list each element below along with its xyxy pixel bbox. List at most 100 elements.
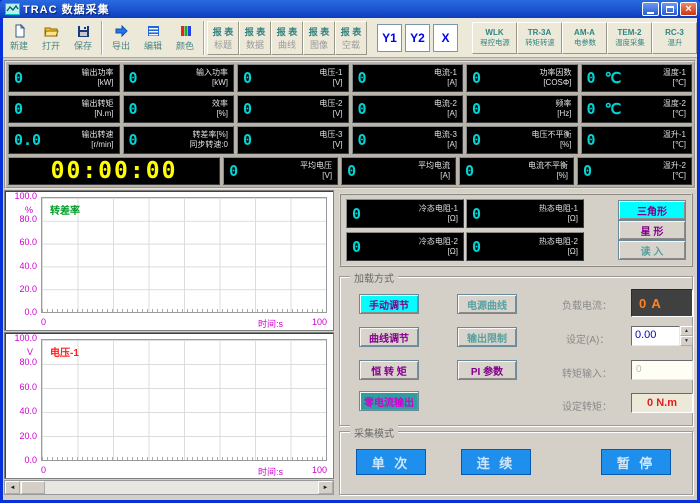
- set-current-spinner: 0.00 ▲ ▼: [631, 326, 693, 346]
- scrollbar-thumb[interactable]: [21, 481, 45, 494]
- meter-cell: 0 效率 [%]: [123, 95, 235, 123]
- spin-up-button[interactable]: ▲: [680, 326, 693, 336]
- instrument-button[interactable]: TEM-2 温度采集: [607, 22, 652, 54]
- x-axis-labels: 0 时间:s 100: [41, 317, 327, 328]
- meter-value: 0: [358, 100, 367, 118]
- meter-value: 0.0: [14, 131, 41, 149]
- report-button[interactable]: 报 表 标题: [207, 21, 239, 55]
- x-axis-min: 0: [41, 465, 46, 475]
- set-torque-label: 设定转矩：: [562, 398, 612, 413]
- new-button[interactable]: 新建: [3, 20, 35, 56]
- y-axis-tick-label: 100.0: [5, 334, 37, 343]
- instrument-model-label: TR-3A: [528, 28, 552, 37]
- color-bars-icon: [178, 24, 193, 38]
- chart-scrollbar[interactable]: ◄ ►: [4, 480, 334, 495]
- meter-label: 冷态电阻-2: [419, 237, 458, 246]
- meter-value: 0: [243, 100, 252, 118]
- spin-down-button[interactable]: ▼: [680, 336, 693, 346]
- meter-cell: 0 温升-1 [℃]: [581, 126, 693, 154]
- report-button-bottom-label: 标题: [214, 38, 232, 51]
- meter-label: 效率: [212, 99, 228, 108]
- power-curve-button[interactable]: 电源曲线: [457, 294, 517, 314]
- plot-area: 电压-1: [41, 339, 327, 461]
- open-button[interactable]: 打开: [35, 20, 67, 56]
- meter-cell: 0 电流-2 [A]: [352, 95, 464, 123]
- report-button[interactable]: 报 表 图像: [303, 21, 335, 55]
- export-button[interactable]: 导出: [105, 20, 137, 56]
- instrument-button[interactable]: AM-A 电参数: [562, 22, 607, 54]
- report-button-bottom-label: 空载: [342, 38, 360, 51]
- instrument-button-group: WLK 程控电源 TR-3A 转矩转速 AM-A 电参数 TEM-2 温度采集 …: [472, 22, 697, 54]
- meter-unit: [V]: [333, 109, 343, 118]
- colors-button[interactable]: 颜色: [169, 20, 201, 56]
- continuous-acquire-button[interactable]: 连 续: [461, 449, 531, 475]
- constant-torque-button[interactable]: 恒 转 矩: [359, 360, 419, 380]
- title-bar[interactable]: TRAC 数据采集 ×: [0, 0, 700, 18]
- zero-current-output-button[interactable]: 零电流输出: [359, 391, 419, 411]
- meter-cell: 0 热态电阻-1 [Ω]: [466, 199, 584, 228]
- app-window: TRAC 数据采集 × 新建 打开 保存 导出: [0, 0, 700, 503]
- instrument-button[interactable]: TR-3A 转矩转速: [517, 22, 562, 54]
- meter-value: 0: [243, 69, 252, 87]
- x-axis-max: 100: [312, 317, 327, 327]
- read-in-button[interactable]: 读 入: [618, 240, 686, 260]
- axis-button[interactable]: X: [433, 24, 458, 52]
- meter-label: 输出功率: [82, 68, 114, 77]
- meter-label: 温度-1: [663, 68, 686, 77]
- scrollbar-right-button[interactable]: ►: [318, 481, 333, 494]
- meter-value: 0: [465, 162, 474, 180]
- maximize-button[interactable]: [661, 2, 678, 16]
- set-current-input[interactable]: 0.00: [631, 326, 680, 346]
- y-axis-tick-label: 0.0: [5, 456, 37, 465]
- delta-mode-button[interactable]: 三角形: [618, 200, 686, 220]
- instrument-name-label: 温度采集: [615, 37, 644, 47]
- y-axis-tick-label: 20.0: [5, 432, 37, 441]
- report-button-bottom-label: 图像: [310, 38, 328, 51]
- meter-cell: 0 平均电压 [V]: [223, 157, 338, 185]
- pi-params-button[interactable]: PI 参数: [457, 360, 517, 380]
- new-button-label: 新建: [10, 39, 28, 52]
- pause-button[interactable]: 暂 停: [601, 449, 671, 475]
- axis-button[interactable]: Y1: [377, 24, 402, 52]
- star-mode-button[interactable]: 星 形: [618, 220, 686, 240]
- report-button[interactable]: 报 表 数据: [239, 21, 271, 55]
- x-axis-labels: 0 时间:s 100: [41, 465, 327, 476]
- single-acquire-button[interactable]: 单 次: [356, 449, 426, 475]
- elapsed-time-display: 00:00:00: [8, 157, 220, 185]
- curve-adjust-button[interactable]: 曲线调节: [359, 327, 419, 347]
- edit-button[interactable]: 编辑: [137, 20, 169, 56]
- instrument-model-label: RC-3: [665, 28, 684, 37]
- maximize-icon: [666, 6, 674, 13]
- meter-label: 平均电流: [418, 161, 450, 170]
- meter-label: 输出转矩: [82, 99, 114, 108]
- y-axis-tick-label: 20.0: [5, 285, 37, 294]
- meter-unit: [COSΦ]: [543, 78, 571, 87]
- x-axis-min: 0: [41, 317, 46, 327]
- report-button[interactable]: 报 表 空载: [335, 21, 367, 55]
- report-button[interactable]: 报 表 曲线: [271, 21, 303, 55]
- axis-button-group: Y1Y2X: [377, 24, 458, 52]
- y-axis-tick-label: 40.0: [5, 262, 37, 271]
- report-button-top-label: 报 表: [277, 25, 298, 38]
- scrollbar-track[interactable]: [45, 481, 318, 494]
- instrument-button[interactable]: RC-3 温升: [652, 22, 697, 54]
- instrument-button[interactable]: WLK 程控电源: [472, 22, 517, 54]
- open-folder-icon: [44, 24, 59, 38]
- torque-input-field[interactable]: 0: [631, 360, 693, 380]
- minimize-button[interactable]: [642, 2, 659, 16]
- axis-button[interactable]: Y2: [405, 24, 430, 52]
- y-axis-tick-label: 80.0: [5, 215, 37, 224]
- meter-unit: [V]: [322, 171, 332, 180]
- edit-list-icon: [146, 24, 161, 38]
- manual-adjust-button[interactable]: 手动调节: [359, 294, 419, 314]
- close-button[interactable]: ×: [680, 2, 697, 16]
- save-button[interactable]: 保存: [67, 20, 99, 56]
- meter-label: 温度-2: [663, 99, 686, 108]
- report-button-bottom-label: 曲线: [278, 38, 296, 51]
- scrollbar-left-button[interactable]: ◄: [5, 481, 20, 494]
- meter-label: 电压-3: [319, 130, 342, 139]
- colors-button-label: 颜色: [176, 39, 194, 52]
- meter-unit: [℃]: [673, 109, 686, 118]
- meter-value: 0: [472, 69, 481, 87]
- output-limit-button[interactable]: 输出限制: [457, 327, 517, 347]
